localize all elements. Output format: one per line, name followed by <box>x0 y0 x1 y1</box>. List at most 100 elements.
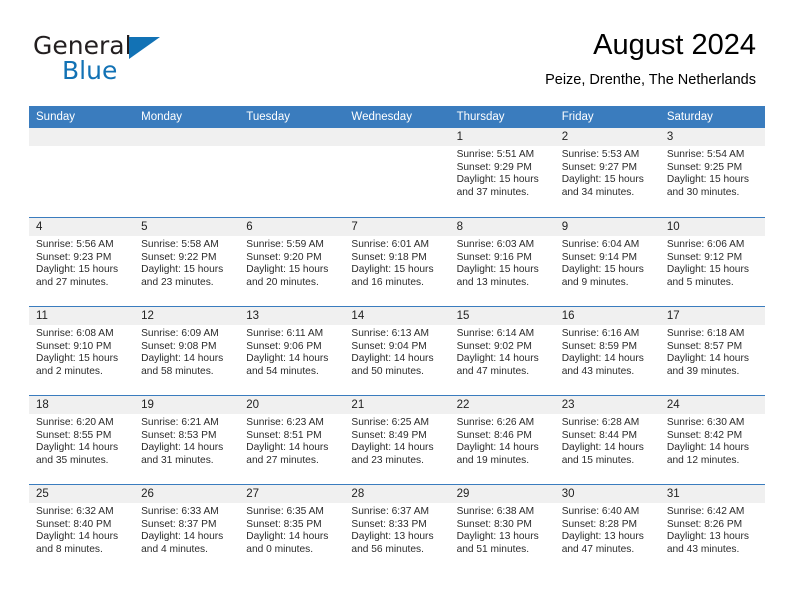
sun-info-line: Sunset: 8:53 PM <box>141 429 217 441</box>
sun-info-line: Daylight: 14 hours <box>666 353 749 365</box>
day-number <box>344 128 450 146</box>
calendar-day-cell: 9 Sunrise: 6:04 AM Sunset: 9:14 PM Daylight… <box>554 217 660 306</box>
calendar-day[interactable]: 20 Sunrise: 6:23 AM Sunset: 8:51 PM Dayligh… <box>239 395 345 484</box>
general-blue-logo: General Blue <box>33 33 273 93</box>
sun-info-line: Sunrise: 6:42 AM <box>666 506 745 517</box>
sun-info-line: Sunrise: 6:40 AM <box>561 506 640 517</box>
calendar-day[interactable]: 27 Sunrise: 6:35 AM Sunset: 8:35 PM Dayligh… <box>239 484 345 573</box>
day-number: 10 <box>659 218 765 236</box>
calendar-day[interactable]: 9 Sunrise: 6:04 AM Sunset: 9:14 PM Daylight… <box>554 217 660 306</box>
sun-info-line: Daylight: 15 hours <box>246 264 329 276</box>
calendar-empty-cell <box>29 128 135 217</box>
sun-info: Sunrise: 6:14 AM Sunset: 9:02 PM Daylight:… <box>450 325 555 378</box>
sun-info-line: Daylight: 15 hours <box>141 264 224 276</box>
calendar-day[interactable]: 7 Sunrise: 6:01 AM Sunset: 9:18 PM Daylight… <box>344 217 450 306</box>
sun-info-line: Sunset: 8:49 PM <box>351 429 427 441</box>
calendar-day[interactable]: 14 Sunrise: 6:13 AM Sunset: 9:04 PM Dayligh… <box>344 306 450 395</box>
calendar-day[interactable]: 8 Sunrise: 6:03 AM Sunset: 9:16 PM Daylight… <box>449 217 555 306</box>
sun-info-line: Daylight: 15 hours <box>456 264 539 276</box>
sun-info-line: and 4 minutes. <box>141 543 208 555</box>
sun-info-line: Daylight: 14 hours <box>141 353 224 365</box>
sun-info-line: and 5 minutes. <box>666 276 734 288</box>
calendar-week-row: 25 Sunrise: 6:32 AM Sunset: 8:40 PM Dayligh… <box>29 484 765 573</box>
calendar-day-cell: 5 Sunrise: 5:58 AM Sunset: 9:22 PM Daylight… <box>134 217 240 306</box>
calendar-day[interactable]: 30 Sunrise: 6:40 AM Sunset: 8:28 PM Dayligh… <box>554 484 660 573</box>
sun-info-line: Sunset: 9:18 PM <box>351 251 427 263</box>
sun-info-line: Sunrise: 6:16 AM <box>561 328 640 339</box>
sun-info-line: and 16 minutes. <box>351 276 424 288</box>
calendar-day[interactable]: 22 Sunrise: 6:26 AM Sunset: 8:46 PM Dayligh… <box>449 395 555 484</box>
calendar-day[interactable]: 10 Sunrise: 6:06 AM Sunset: 9:12 PM Dayligh… <box>659 217 765 306</box>
day-number: 8 <box>449 218 555 236</box>
calendar-day[interactable]: 28 Sunrise: 6:37 AM Sunset: 8:33 PM Dayligh… <box>344 484 450 573</box>
calendar-grid: Sunday Monday Tuesday Wednesday Thursday… <box>29 106 765 573</box>
calendar-day[interactable]: 31 Sunrise: 6:42 AM Sunset: 8:26 PM Dayligh… <box>659 484 765 573</box>
sun-info: Sunrise: 6:32 AM Sunset: 8:40 PM Daylight:… <box>29 503 134 556</box>
brand-name-blue: Blue <box>62 56 118 85</box>
calendar-day[interactable]: 11 Sunrise: 6:08 AM Sunset: 9:10 PM Dayligh… <box>29 306 135 395</box>
day-number: 23 <box>554 396 660 414</box>
sun-info-line: Daylight: 13 hours <box>351 531 434 543</box>
calendar-day[interactable]: 6 Sunrise: 5:59 AM Sunset: 9:20 PM Daylight… <box>239 217 345 306</box>
calendar-day[interactable]: 18 Sunrise: 6:20 AM Sunset: 8:55 PM Dayligh… <box>29 395 135 484</box>
sun-info-line: Sunset: 8:44 PM <box>561 429 638 441</box>
calendar-empty-cell <box>344 128 450 217</box>
calendar-day-cell: 28 Sunrise: 6:37 AM Sunset: 8:33 PM Dayligh… <box>344 484 450 573</box>
day-number: 31 <box>659 485 765 503</box>
sun-info: Sunrise: 6:37 AM Sunset: 8:33 PM Daylight:… <box>344 503 449 556</box>
calendar-day-cell <box>239 128 345 217</box>
day-number: 30 <box>554 485 660 503</box>
sun-info-line: Sunrise: 5:59 AM <box>246 239 324 250</box>
calendar-day[interactable]: 13 Sunrise: 6:11 AM Sunset: 9:06 PM Dayligh… <box>239 306 345 395</box>
calendar-day[interactable]: 4 Sunrise: 5:56 AM Sunset: 9:23 PM Daylight… <box>29 217 135 306</box>
calendar-day[interactable]: 19 Sunrise: 6:21 AM Sunset: 8:53 PM Dayligh… <box>134 395 240 484</box>
sun-info: Sunrise: 6:11 AM Sunset: 9:06 PM Daylight:… <box>239 325 344 378</box>
sun-info-line: Sunset: 9:23 PM <box>36 251 112 263</box>
calendar-day[interactable]: 16 Sunrise: 6:16 AM Sunset: 8:59 PM Dayligh… <box>554 306 660 395</box>
sun-info: Sunrise: 5:56 AM Sunset: 9:23 PM Daylight:… <box>29 236 134 289</box>
sun-info-line: Daylight: 14 hours <box>246 531 329 543</box>
day-number: 27 <box>239 485 345 503</box>
weekday-header-friday: Friday <box>554 106 660 128</box>
calendar-day[interactable]: 17 Sunrise: 6:18 AM Sunset: 8:57 PM Dayligh… <box>659 306 765 395</box>
sun-info-line: Sunset: 9:10 PM <box>36 340 112 352</box>
sun-info-line: and 0 minutes. <box>246 543 314 555</box>
day-number: 20 <box>239 396 345 414</box>
calendar-day[interactable]: 24 Sunrise: 6:30 AM Sunset: 8:42 PM Dayligh… <box>659 395 765 484</box>
calendar-day[interactable]: 3 Sunrise: 5:54 AM Sunset: 9:25 PM Daylight… <box>659 128 765 217</box>
day-number: 9 <box>554 218 660 236</box>
sun-info-line: Daylight: 14 hours <box>246 353 329 365</box>
sun-info-line: and 54 minutes. <box>246 365 319 377</box>
calendar-day[interactable]: 23 Sunrise: 6:28 AM Sunset: 8:44 PM Dayligh… <box>554 395 660 484</box>
sun-info: Sunrise: 6:30 AM Sunset: 8:42 PM Daylight:… <box>660 414 765 467</box>
sun-info-line: Daylight: 15 hours <box>36 264 119 276</box>
sun-info-line: Daylight: 14 hours <box>246 442 329 454</box>
sun-info-line: and 13 minutes. <box>456 276 530 288</box>
day-number: 19 <box>134 396 240 414</box>
sun-info-line: Sunset: 9:04 PM <box>351 340 427 352</box>
calendar-day-cell: 29 Sunrise: 6:38 AM Sunset: 8:30 PM Dayligh… <box>449 484 555 573</box>
calendar-day[interactable]: 21 Sunrise: 6:25 AM Sunset: 8:49 PM Dayligh… <box>344 395 450 484</box>
calendar-day[interactable]: 12 Sunrise: 6:09 AM Sunset: 9:08 PM Dayligh… <box>134 306 240 395</box>
calendar-day[interactable]: 26 Sunrise: 6:33 AM Sunset: 8:37 PM Dayligh… <box>134 484 240 573</box>
sun-info-line: Daylight: 14 hours <box>561 353 644 365</box>
calendar-day[interactable]: 25 Sunrise: 6:32 AM Sunset: 8:40 PM Dayligh… <box>29 484 135 573</box>
sun-info: Sunrise: 6:42 AM Sunset: 8:26 PM Daylight:… <box>660 503 765 556</box>
sun-info-line: Sunrise: 6:09 AM <box>141 328 219 339</box>
sun-info-line: Sunset: 9:25 PM <box>666 161 743 173</box>
calendar-day[interactable]: 1 Sunrise: 5:51 AM Sunset: 9:29 PM Daylight… <box>449 128 555 217</box>
calendar-day-cell: 1 Sunrise: 5:51 AM Sunset: 9:29 PM Daylight… <box>449 128 555 217</box>
calendar-day[interactable]: 2 Sunrise: 5:53 AM Sunset: 9:27 PM Daylight… <box>554 128 660 217</box>
calendar-day[interactable]: 5 Sunrise: 5:58 AM Sunset: 9:22 PM Daylight… <box>134 217 240 306</box>
sun-info-line: Daylight: 15 hours <box>666 264 749 276</box>
sun-info-line: Sunrise: 6:14 AM <box>456 328 535 339</box>
calendar-day[interactable]: 29 Sunrise: 6:38 AM Sunset: 8:30 PM Dayligh… <box>449 484 555 573</box>
sun-info-line: Sunrise: 6:30 AM <box>666 417 745 428</box>
sun-info-line: Sunrise: 6:03 AM <box>456 239 535 250</box>
sun-info-line: Sunset: 8:37 PM <box>141 518 217 530</box>
day-number: 12 <box>134 307 240 325</box>
weekday-header-saturday: Saturday <box>659 106 765 128</box>
day-number: 14 <box>344 307 450 325</box>
calendar-day-cell: 14 Sunrise: 6:13 AM Sunset: 9:04 PM Dayligh… <box>344 306 450 395</box>
calendar-day[interactable]: 15 Sunrise: 6:14 AM Sunset: 9:02 PM Dayligh… <box>449 306 555 395</box>
